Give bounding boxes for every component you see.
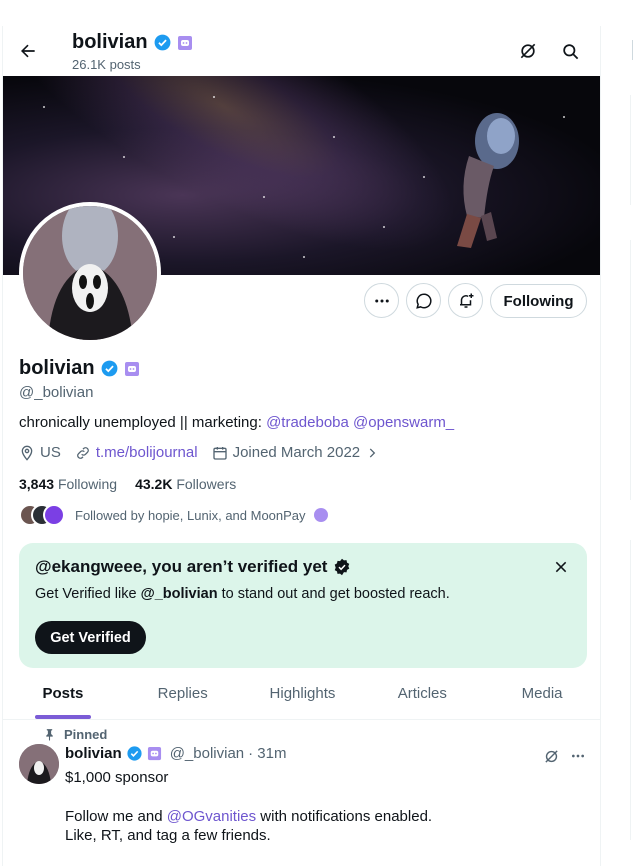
post-text-line: Like, RT, and tag a few friends. [65,827,271,844]
affiliate-badge-icon [313,508,328,522]
pin-icon [46,729,53,741]
grok-button[interactable] [516,39,540,63]
profile-tabs: Posts Replies Highlights Articles Media [3,668,600,720]
right-column-edge [630,540,634,840]
location-pin-icon [21,445,33,461]
verified-check-icon [335,558,350,576]
post-more-button[interactable] [568,746,588,766]
profile-avatar[interactable] [19,202,161,344]
followers-stat[interactable]: 43.2K Followers [135,476,236,492]
grok-icon [520,43,536,59]
verification-text: Get Verified like @_bolivian to stand ou… [35,586,450,602]
right-column-edge [630,95,634,205]
verification-title: @ekangweee, you aren’t verified yet [35,557,351,577]
post-count: 26.1K posts [72,57,141,72]
verified-badge-icon[interactable] [100,359,119,378]
header-name: bolivian [72,31,193,54]
post-author-name[interactable]: bolivian [65,745,122,762]
profile-name: bolivian [19,357,140,380]
grok-icon [544,749,558,763]
bio-mention-link[interactable]: @tradeboba [266,414,349,431]
profile-header: bolivian 26.1K posts [3,26,600,76]
website: t.me/bolijournal [75,444,198,461]
calendar-icon [212,446,227,460]
back-button[interactable] [15,38,41,64]
verified-badge-icon[interactable] [126,745,143,762]
message-button[interactable] [406,283,441,318]
post-mention-link[interactable]: @OGvanities [167,808,256,825]
post-text-line: Follow me and @OGvanities with notificat… [65,808,433,825]
grok-post-button[interactable] [541,746,561,766]
tab-posts[interactable]: Posts [3,668,123,719]
chevron-right-icon [369,447,376,458]
close-icon [555,561,567,573]
message-icon [415,292,432,309]
location: US [19,444,61,461]
verified-badge-icon[interactable] [153,33,172,52]
profile-bio: chronically unemployed || marketing: @tr… [19,414,455,431]
website-link[interactable]: t.me/bolijournal [96,444,198,461]
followed-by[interactable]: Followed by hopie, Lunix, and MoonPay [19,504,328,526]
verification-prompt: @ekangweee, you aren’t verified yet Get … [19,543,587,668]
more-icon [374,299,389,302]
following-stat[interactable]: 3,843 Following [19,476,117,492]
astronaut-image [457,113,519,248]
following-button[interactable]: Following [490,284,587,318]
tab-replies[interactable]: Replies [123,668,243,719]
avatar-image [23,206,157,340]
profile-column: bolivian 26.1K posts Following bolivian … [2,26,601,866]
more-button[interactable] [364,283,399,318]
bell-plus-icon [459,293,473,308]
follower-avatars [19,504,65,526]
follow-stats: 3,843 Following 43.2K Followers [19,476,236,492]
post-timestamp[interactable]: · 31m [248,745,286,762]
arrow-left-icon [21,44,35,58]
tab-media[interactable]: Media [482,668,600,719]
tab-articles[interactable]: Articles [362,668,482,719]
tab-highlights[interactable]: Highlights [243,668,363,719]
search-button[interactable] [558,39,582,63]
post-text: Follow me and @OGvanities with notificat… [65,807,432,845]
avatar-image [19,744,59,784]
right-column-edge [630,240,634,500]
search-icon [562,43,578,59]
link-icon [76,446,89,459]
affiliate-badge-icon[interactable] [147,746,162,761]
joined-date[interactable]: Joined March 2022 [212,444,380,461]
post-author-avatar[interactable] [19,744,59,784]
bio-mention-link[interactable]: @openswarm_ [353,414,454,431]
get-verified-button[interactable]: Get Verified [35,621,146,654]
post-author-handle[interactable]: @_bolivian [170,745,244,762]
pinned-indicator: Pinned [43,727,107,742]
profile-handle: @_bolivian [19,384,94,401]
avatar [43,504,65,526]
close-button[interactable] [551,557,571,577]
post-text-line: $1,000 sponsor [65,769,169,786]
post-header: bolivian @_bolivian · 31m [65,745,286,762]
more-icon [572,754,584,758]
notifications-button[interactable] [448,283,483,318]
profile-meta: US t.me/bolijournal Joined March 2022 [19,444,387,461]
affiliate-badge-icon[interactable] [177,35,193,51]
affiliate-badge-icon[interactable] [124,361,140,377]
